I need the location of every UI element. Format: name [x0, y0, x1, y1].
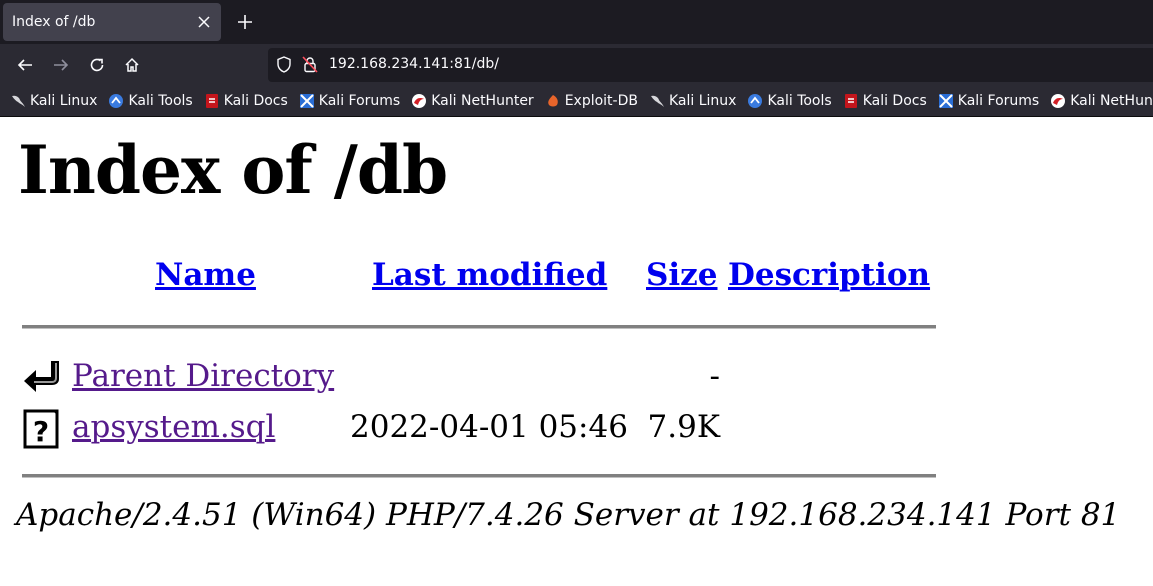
- svg-text:?: ?: [33, 415, 49, 448]
- page-content: Index of /db Name Last modified Size Des…: [0, 117, 1153, 586]
- bookmark-label: Kali Forums: [957, 93, 1040, 109]
- bookmark-item[interactable]: Kali NetHunter: [411, 93, 534, 109]
- back-arrow-icon: [17, 59, 32, 71]
- column-header-last-modified[interactable]: Last modified: [372, 257, 607, 293]
- bookmark-item[interactable]: Kali Linux: [649, 93, 736, 109]
- tab-strip: Index of /db: [0, 0, 1153, 44]
- bookmark-item[interactable]: Kali Forums: [938, 93, 1039, 109]
- forward-button[interactable]: [47, 51, 75, 79]
- shield-icon[interactable]: [276, 56, 292, 77]
- bookmark-label: Kali Docs: [862, 93, 927, 109]
- bookmark-item[interactable]: Kali NetHunter: [1050, 93, 1153, 109]
- bookmark-item[interactable]: Kali Docs: [843, 93, 927, 109]
- divider: [22, 325, 936, 329]
- kali-dragon-icon: [649, 93, 665, 109]
- bookmark-item[interactable]: Exploit-DB: [545, 93, 638, 109]
- bookmark-label: Kali NetHunter: [1070, 93, 1153, 109]
- bookmark-label: Exploit-DB: [564, 93, 638, 109]
- bookmark-label: Kali Linux: [668, 93, 737, 109]
- bookmark-label: Kali Docs: [223, 93, 288, 109]
- forward-arrow-icon: [54, 59, 69, 71]
- kali-tools-icon: [108, 93, 124, 109]
- divider: [22, 474, 936, 478]
- column-header-description[interactable]: Description: [728, 257, 930, 293]
- bookmark-item[interactable]: Kali Tools: [108, 93, 193, 109]
- bookmark-label: Kali Tools: [128, 93, 193, 109]
- bookmark-label: Kali Tools: [767, 93, 832, 109]
- insecure-lock-icon[interactable]: [302, 56, 318, 77]
- close-icon[interactable]: [193, 11, 215, 33]
- nethunter-icon: [1050, 93, 1066, 109]
- nethunter-icon: [411, 93, 427, 109]
- bookmark-item[interactable]: Kali Tools: [747, 93, 832, 109]
- file-size: -: [709, 358, 720, 394]
- plus-icon: [238, 15, 252, 29]
- back-arrow-icon: [23, 357, 63, 397]
- bookmark-item[interactable]: Kali Docs: [204, 93, 288, 109]
- kali-docs-icon: [843, 93, 859, 109]
- last-modified: 2022-04-01 05:46: [350, 409, 628, 445]
- home-icon: [125, 57, 139, 72]
- home-button[interactable]: [118, 51, 146, 79]
- bookmark-label: Kali Linux: [30, 93, 98, 109]
- unknown-file-icon: ?: [23, 409, 63, 449]
- bookmarks-toolbar: Kali Linux Kali Tools Kali Docs Kali Forums…: [0, 86, 1153, 117]
- url-bar[interactable]: 192.168.234.141:81/db/: [268, 48, 1153, 82]
- new-tab-button[interactable]: [232, 9, 258, 35]
- reload-icon: [90, 58, 104, 72]
- kali-forums-icon: [299, 93, 315, 109]
- tab-active[interactable]: Index of /db: [3, 3, 221, 41]
- bookmark-label: Kali NetHunter: [431, 93, 534, 109]
- kali-forums-icon: [938, 93, 954, 109]
- bookmark-item[interactable]: Kali Forums: [299, 93, 400, 109]
- back-button[interactable]: [11, 51, 39, 79]
- bookmark-label: Kali Forums: [318, 93, 401, 109]
- url-text[interactable]: 192.168.234.141:81/db/: [329, 56, 499, 72]
- column-header-size[interactable]: Size: [646, 257, 718, 293]
- kali-tools-icon: [747, 93, 763, 109]
- kali-dragon-icon: [10, 93, 26, 109]
- navigation-toolbar: 192.168.234.141:81/db/: [0, 44, 1153, 86]
- page-title: Index of /db: [18, 131, 448, 209]
- column-header-name[interactable]: Name: [155, 257, 256, 293]
- tab-title: Index of /db: [12, 14, 96, 30]
- bookmark-item[interactable]: Kali Linux: [10, 93, 97, 109]
- kali-docs-icon: [204, 93, 220, 109]
- exploit-db-icon: [545, 93, 561, 109]
- file-size: 7.9K: [647, 409, 720, 445]
- parent-directory-link[interactable]: Parent Directory: [72, 358, 334, 394]
- reload-button[interactable]: [83, 51, 111, 79]
- server-signature: Apache/2.4.51 (Win64) PHP/7.4.26 Server …: [16, 497, 1121, 533]
- file-link[interactable]: apsystem.sql: [72, 409, 275, 445]
